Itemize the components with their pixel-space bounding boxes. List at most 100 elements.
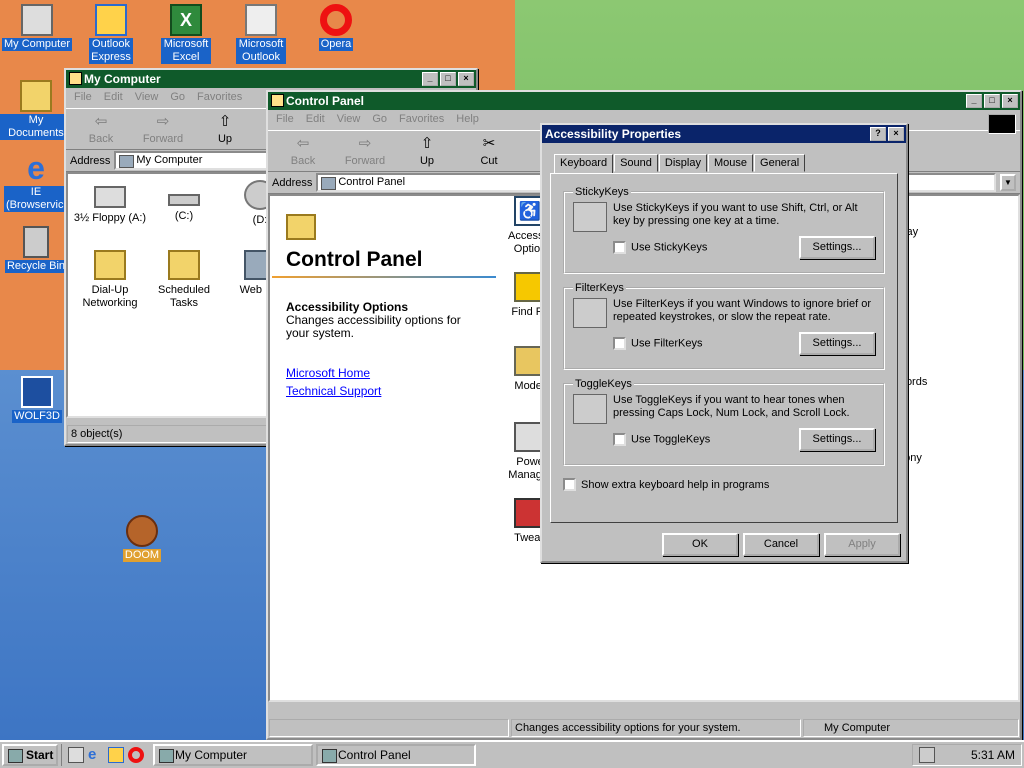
back-button[interactable]: ⇦ Back	[272, 133, 334, 169]
menu-favorites[interactable]: Favorites	[197, 91, 242, 105]
ie-browservice-desktop-icon[interactable]: e IE (Browservice)	[0, 152, 73, 212]
menu-favorites[interactable]: Favorites	[399, 113, 444, 127]
menu-help[interactable]: Help	[456, 113, 479, 127]
minimize-button[interactable]: _	[966, 94, 982, 108]
forward-button[interactable]: ⇨ Forward	[334, 133, 396, 169]
outlook-express-icon[interactable]	[108, 747, 124, 763]
my-documents-desktop-icon[interactable]: My Documents	[0, 80, 72, 140]
maximize-button[interactable]: □	[984, 94, 1000, 108]
page-title: Control Panel	[286, 248, 423, 271]
floppy-drive-icon	[94, 186, 126, 208]
taskbar: Start e My Computer Control Panel 5:31 A…	[0, 740, 1024, 768]
control-panel-title-bar[interactable]: Control Panel _ □ ×	[268, 92, 1020, 110]
computer-icon	[69, 72, 82, 85]
opera-icon[interactable]	[128, 747, 144, 763]
menu-edit[interactable]: Edit	[104, 91, 123, 105]
tray-icon[interactable]	[919, 747, 935, 763]
togglekeys-description: Use ToggleKeys if you want to hear tones…	[613, 394, 850, 419]
stickykeys-group: StickyKeys Use StickyKeys if you want to…	[563, 186, 885, 274]
tab-keyboard[interactable]: Keyboard	[554, 154, 614, 173]
togglekeys-icon	[573, 394, 607, 424]
start-button[interactable]: Start	[2, 744, 58, 766]
filterkeys-settings-button[interactable]: Settings...	[799, 332, 875, 355]
togglekeys-settings-button[interactable]: Settings...	[799, 428, 875, 451]
control-panel-status-text: Changes accessibility options for your s…	[511, 719, 801, 737]
ie-icon[interactable]: e	[88, 747, 104, 763]
menu-go[interactable]: Go	[372, 113, 387, 127]
ok-button[interactable]: OK	[662, 533, 738, 556]
clock[interactable]: 5:31 AM	[971, 748, 1015, 762]
up-folder-icon: ⇧	[420, 135, 434, 152]
stickykeys-settings-button[interactable]: Settings...	[799, 236, 875, 259]
back-button[interactable]: ⇦ Back	[70, 111, 132, 147]
filterkeys-icon	[573, 298, 607, 328]
my-computer-desktop-icon[interactable]: My Computer	[1, 4, 73, 51]
filterkeys-group: FilterKeys Use FilterKeys if you want Wi…	[563, 282, 885, 370]
taskbar-my-computer[interactable]: My Computer	[153, 744, 313, 766]
menu-file[interactable]: File	[74, 91, 92, 105]
tab-display[interactable]: Display	[658, 154, 707, 172]
control-panel-icon	[271, 94, 284, 107]
recycle-bin-desktop-icon[interactable]: Recycle Bin	[0, 226, 72, 273]
tab-strip: Keyboard Sound Display Mouse General	[554, 153, 806, 173]
status-zone: My Computer	[803, 719, 1019, 737]
menu-edit[interactable]: Edit	[306, 113, 325, 127]
hard-drive-icon	[168, 194, 200, 206]
taskbar-control-panel[interactable]: Control Panel	[316, 744, 476, 766]
help-button[interactable]: ?	[870, 127, 886, 141]
tab-general[interactable]: General	[754, 154, 806, 172]
menu-view[interactable]: View	[135, 91, 159, 105]
forward-arrow-icon: ⇨	[156, 113, 170, 130]
control-panel-folder-icon	[286, 214, 316, 240]
dialog-title-bar[interactable]: Accessibility Properties ? ×	[542, 125, 906, 143]
menu-go[interactable]: Go	[170, 91, 185, 105]
togglekeys-group: ToggleKeys Use ToggleKeys if you want to…	[563, 378, 885, 466]
folder-icon	[94, 250, 126, 280]
webview-panel: Control Panel Accessibility Options Chan…	[270, 196, 498, 700]
forward-button[interactable]: ⇨ Forward	[132, 111, 194, 147]
doom-desktop-icon[interactable]: DOOM	[106, 515, 178, 562]
dial-up-networking-item[interactable]: Dial-Up Networking	[70, 250, 150, 310]
cancel-button[interactable]: Cancel	[743, 533, 819, 556]
opera-desktop-icon[interactable]: Opera	[300, 4, 372, 51]
close-button[interactable]: ×	[458, 72, 474, 86]
wolf3d-desktop-icon[interactable]: WOLF3D	[1, 376, 73, 423]
outlook-express-desktop-icon[interactable]: Outlook Express	[75, 4, 147, 64]
info-description: Changes accessibility options for your s…	[286, 313, 461, 340]
stickykeys-icon	[573, 202, 607, 232]
microsoft-outlook-desktop-icon[interactable]: Microsoft Outlook	[225, 4, 297, 64]
floppy-drive-item[interactable]: 3½ Floppy (A:)	[70, 180, 150, 225]
minimize-button[interactable]: _	[422, 72, 438, 86]
cut-button[interactable]: ✂ Cut	[458, 133, 520, 169]
stickykeys-checkbox[interactable]	[613, 241, 626, 254]
microsoft-home-link[interactable]: Microsoft Home	[286, 366, 370, 380]
quick-launch: e	[61, 744, 150, 766]
close-button[interactable]: ×	[888, 127, 904, 141]
tab-mouse[interactable]: Mouse	[707, 154, 754, 172]
my-computer-title-bar[interactable]: My Computer _ □ ×	[66, 70, 476, 88]
tab-sound[interactable]: Sound	[614, 154, 658, 172]
scheduled-tasks-item[interactable]: Scheduled Tasks	[144, 250, 224, 310]
forward-arrow-icon: ⇨	[358, 135, 372, 152]
menu-file[interactable]: File	[276, 113, 294, 127]
filterkeys-checkbox[interactable]	[613, 337, 626, 350]
close-button[interactable]: ×	[1002, 94, 1018, 108]
dialog-buttons: OK Cancel Apply	[662, 533, 900, 556]
windows-logo-icon	[988, 114, 1016, 134]
up-button[interactable]: ⇧ Up	[194, 111, 256, 147]
address-dropdown-button[interactable]: ▼	[1000, 174, 1016, 191]
togglekeys-checkbox[interactable]	[613, 433, 626, 446]
maximize-button[interactable]: □	[440, 72, 456, 86]
menu-view[interactable]: View	[337, 113, 361, 127]
extra-keyboard-help-checkbox[interactable]	[563, 478, 576, 491]
divider	[272, 276, 496, 278]
show-desktop-icon[interactable]	[68, 747, 84, 763]
up-button[interactable]: ⇧ Up	[396, 133, 458, 169]
apply-button[interactable]: Apply	[824, 533, 900, 556]
microsoft-excel-desktop-icon[interactable]: X Microsoft Excel	[150, 4, 222, 64]
c-drive-item[interactable]: (C:)	[144, 180, 224, 223]
address-label: Address	[272, 176, 313, 189]
up-folder-icon: ⇧	[218, 113, 232, 130]
technical-support-link[interactable]: Technical Support	[286, 384, 381, 398]
accessibility-properties-dialog[interactable]: Accessibility Properties ? × Keyboard Sou…	[540, 123, 908, 563]
